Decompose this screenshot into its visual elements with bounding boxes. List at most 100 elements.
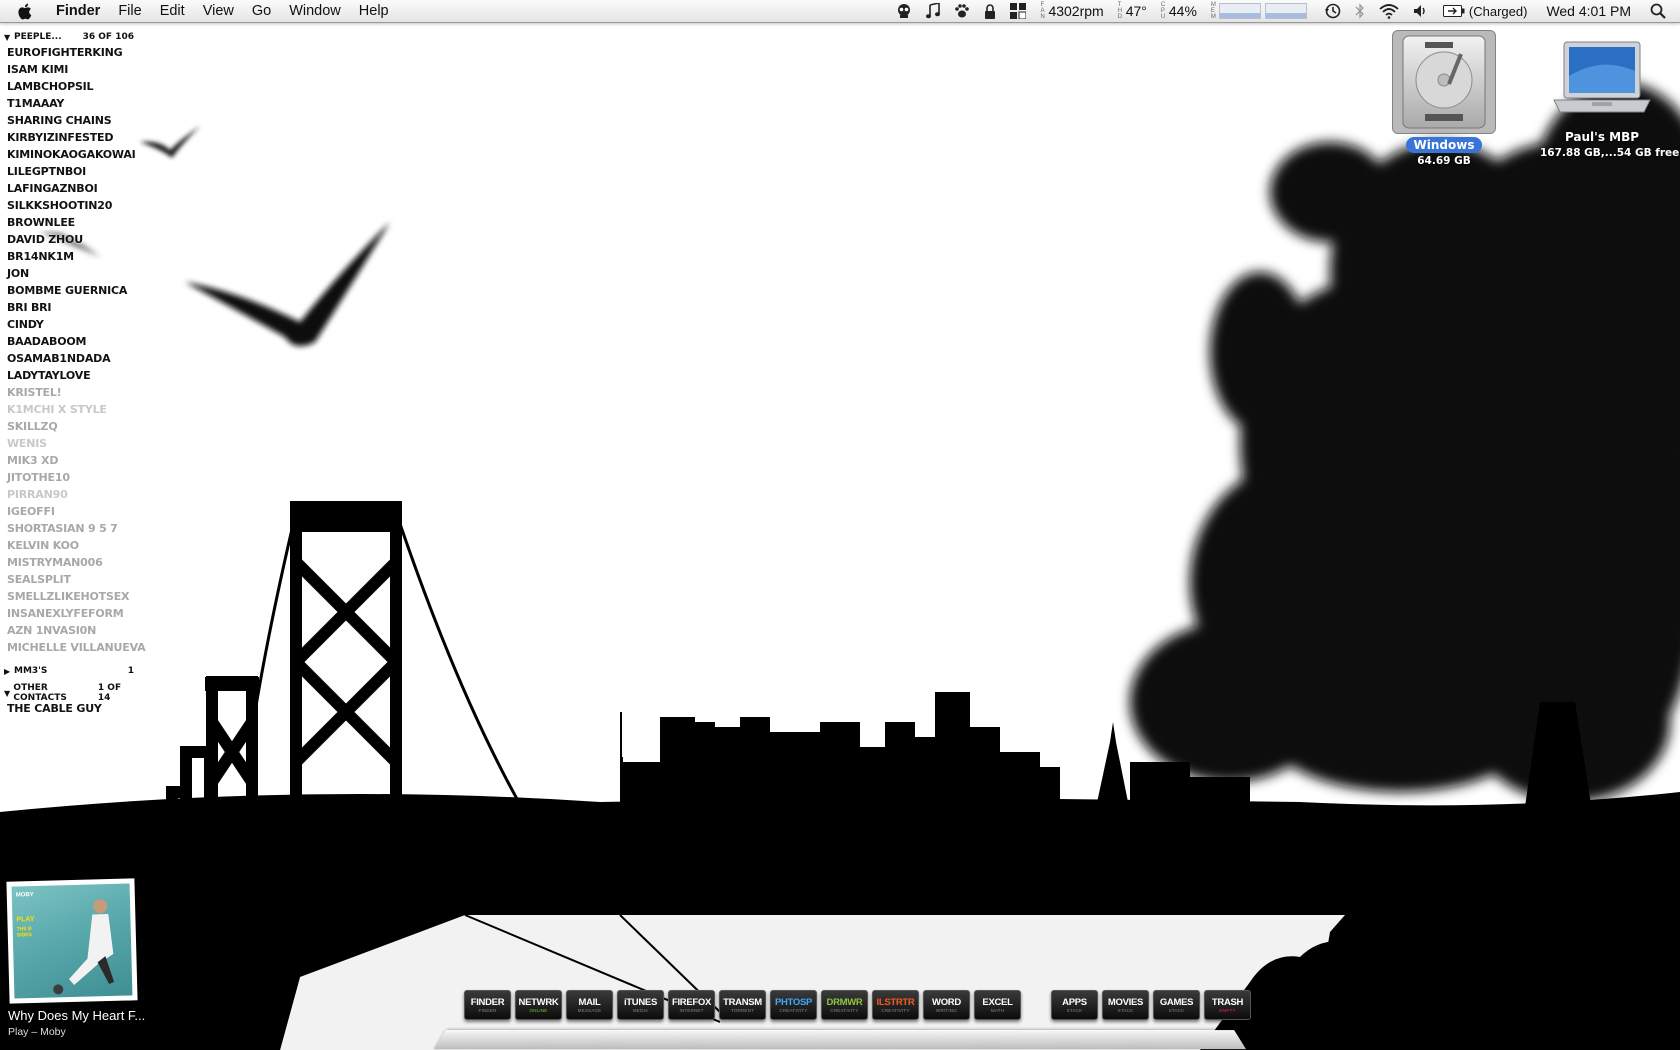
dock-shelf xyxy=(433,1030,1247,1050)
contact-item[interactable]: KIRBYIZINFESTED xyxy=(4,129,140,146)
desktop-drive-pauls-mbp[interactable]: Paul's MBP 167.88 GB,...54 GB free xyxy=(1540,36,1680,159)
wifi-icon[interactable] xyxy=(1372,0,1406,22)
contact-item[interactable]: OSAMAB1NDADA xyxy=(4,350,140,367)
music-note-icon[interactable] xyxy=(919,0,947,22)
dock-stack-games[interactable]: GAMES STACK xyxy=(1153,990,1200,1020)
dock-item-label: GAMES xyxy=(1159,996,1194,1008)
memory-graph[interactable]: MEM xyxy=(1204,0,1318,22)
contact-item[interactable]: BRI BRI xyxy=(4,299,140,316)
dock-item-label: PHTOSP xyxy=(774,996,813,1008)
menu-help[interactable]: Help xyxy=(350,0,398,22)
contact-item[interactable]: KELVIN KOO xyxy=(4,537,140,554)
dock-item-finder[interactable]: FINDER FINDER xyxy=(464,990,511,1020)
contact-item[interactable]: KIMINOKAOGAKOWAI xyxy=(4,146,140,163)
contact-item[interactable]: SMELLZLIKEHOTSEX xyxy=(4,588,140,605)
temperature-meter[interactable]: THD 47° xyxy=(1111,0,1154,22)
group-count: 36 OF 106 xyxy=(82,32,134,42)
contact-item[interactable]: JON xyxy=(4,265,140,282)
group-header-mm3s[interactable]: ▶ MM3'S 1 xyxy=(4,664,140,678)
apple-menu-icon[interactable] xyxy=(17,3,37,20)
contact-item[interactable]: IGEOFFI xyxy=(4,503,140,520)
contact-item[interactable]: BROWNLEE xyxy=(4,214,140,231)
dock-stack-apps[interactable]: APPS STACK xyxy=(1051,990,1098,1020)
dock-item-itunes[interactable]: iTUNES MEDIA xyxy=(617,990,664,1020)
contact-item[interactable]: LAFINGAZNBOI xyxy=(4,180,140,197)
alien-icon[interactable] xyxy=(889,0,919,22)
dock-item-ilstrtr[interactable]: ILSTRTR CREATIVITY xyxy=(872,990,919,1020)
contact-item[interactable]: AZN 1NVASI0N xyxy=(4,622,140,639)
time-machine-icon[interactable] xyxy=(1318,0,1348,22)
menu-edit[interactable]: Edit xyxy=(151,0,194,22)
contact-item[interactable]: PIRRAN90 xyxy=(4,486,140,503)
cpu-meter[interactable]: CPU 44% xyxy=(1154,0,1204,22)
contact-item[interactable]: K1MCHI X STYLE xyxy=(4,401,140,418)
contact-item[interactable]: BR14NK1M xyxy=(4,248,140,265)
contact-item[interactable]: MISTRYMAN006 xyxy=(4,554,140,571)
contact-item[interactable]: MIK3 XD xyxy=(4,452,140,469)
battery-status[interactable]: (Charged) xyxy=(1436,0,1535,22)
spaces-icon[interactable] xyxy=(1003,0,1033,22)
dock-item-label: FIREFOX xyxy=(671,996,712,1008)
offline-contacts-list: KRISTEL! K1MCHI X STYLE SKILLZQ WENIS MIK3 X… xyxy=(4,384,146,656)
menu-view[interactable]: View xyxy=(194,0,243,22)
hard-drive-icon xyxy=(1392,30,1496,134)
dock-stack-movies[interactable]: MOVIES STACK xyxy=(1102,990,1149,1020)
contact-item[interactable]: INSANEXLYFEFORM xyxy=(4,605,140,622)
menu-bar: Finder File Edit View Go Window Help FAN… xyxy=(0,0,1680,23)
contact-item[interactable]: T1MAAAY xyxy=(4,95,140,112)
volume-icon[interactable] xyxy=(1406,0,1436,22)
contact-item[interactable]: SHORTASIAN 9 5 7 xyxy=(4,520,140,537)
menu-clock[interactable]: Wed 4:01 PM xyxy=(1534,0,1643,22)
dock-item-label: EXCEL xyxy=(982,996,1013,1008)
dock-item-phtosp[interactable]: PHTOSP CREATIVITY xyxy=(770,990,817,1020)
dock-item-sublabel: CREATIVITY xyxy=(779,1007,808,1013)
group-header-peeple[interactable]: ▼ PEEPLE... 36 OF 106 xyxy=(4,30,140,44)
contact-item[interactable]: JITOTHE10 xyxy=(4,469,140,486)
contact-item[interactable]: BOMBME GUERNICA xyxy=(4,282,140,299)
contact-item[interactable]: LADYTAYLOVE xyxy=(4,367,140,384)
fan-speed-meter[interactable]: FAN 4302rpm xyxy=(1033,0,1110,22)
contact-item[interactable]: CINDY xyxy=(4,316,140,333)
group-count: 1 OF 14 xyxy=(97,683,122,703)
menu-finder[interactable]: Finder xyxy=(47,0,109,22)
group-header-other-contacts[interactable]: ▼ OTHER CONTACTS 1 OF 14 xyxy=(4,683,140,703)
dock-item-sublabel: MATH xyxy=(990,1007,1005,1013)
dock-item-drmwr[interactable]: DRMWR CREATIVITY xyxy=(821,990,868,1020)
dock: FINDER FINDER NETWRK ONLINE MAIL MESSAGE iTUNE… xyxy=(433,990,1251,1050)
menu-go[interactable]: Go xyxy=(243,0,280,22)
contact-item[interactable]: SHARING CHAINS xyxy=(4,112,140,129)
contact-item[interactable]: EUROFIGHTERKING xyxy=(4,44,140,61)
dock-item-firefox[interactable]: FIREFOX INTERNET xyxy=(668,990,715,1020)
album-cover[interactable]: MOBY PLAY THE B SIDES xyxy=(6,878,138,1004)
paw-icon[interactable] xyxy=(947,0,977,22)
dock-items: FINDER FINDER NETWRK ONLINE MAIL MESSAGE iTUNE… xyxy=(464,990,1255,1020)
bluetooth-icon[interactable] xyxy=(1348,0,1372,22)
dock-item-transm[interactable]: TRANSM TORRENT xyxy=(719,990,766,1020)
dock-stack-trash[interactable]: TRASH EMPTY xyxy=(1204,990,1251,1020)
mem-label: MEM xyxy=(1210,2,1216,20)
desktop-drive-windows[interactable]: Windows 64.69 GB xyxy=(1388,30,1500,167)
contact-item[interactable]: KRISTEL! xyxy=(4,384,140,401)
contact-item[interactable]: DAVID ZHOU xyxy=(4,231,140,248)
menu-window[interactable]: Window xyxy=(280,0,350,22)
desktop-wallpaper xyxy=(0,82,1680,1050)
contact-item[interactable]: LILEGPTNBOI xyxy=(4,163,140,180)
dock-item-netwrk[interactable]: NETWRK ONLINE xyxy=(515,990,562,1020)
drive-info: 167.88 GB,...54 GB free xyxy=(1540,147,1680,159)
dock-item-sublabel: MEDIA xyxy=(632,1007,649,1013)
dock-item-mail[interactable]: MAIL MESSAGE xyxy=(566,990,613,1020)
contact-item[interactable]: WENIS xyxy=(4,435,140,452)
menu-file[interactable]: File xyxy=(109,0,150,22)
contact-item[interactable]: ISAM KIMI xyxy=(4,61,140,78)
contact-item[interactable]: BAADABOOM xyxy=(4,333,140,350)
contact-item[interactable]: MICHELLE VILLANUEVA xyxy=(4,639,146,656)
lock-icon[interactable] xyxy=(977,0,1003,22)
dock-item-word[interactable]: WORD WRITING xyxy=(923,990,970,1020)
dock-item-excel[interactable]: EXCEL MATH xyxy=(974,990,1021,1020)
contact-item[interactable]: SEALSPLIT xyxy=(4,571,140,588)
spotlight-search-icon[interactable] xyxy=(1643,0,1680,22)
contact-item[interactable]: LAMBCHOPSIL xyxy=(4,78,140,95)
contact-item[interactable]: SILKKSHOOTIN20 xyxy=(4,197,140,214)
contact-item[interactable]: SKILLZQ xyxy=(4,418,140,435)
dock-item-sublabel: CREATIVITY xyxy=(830,1007,859,1013)
